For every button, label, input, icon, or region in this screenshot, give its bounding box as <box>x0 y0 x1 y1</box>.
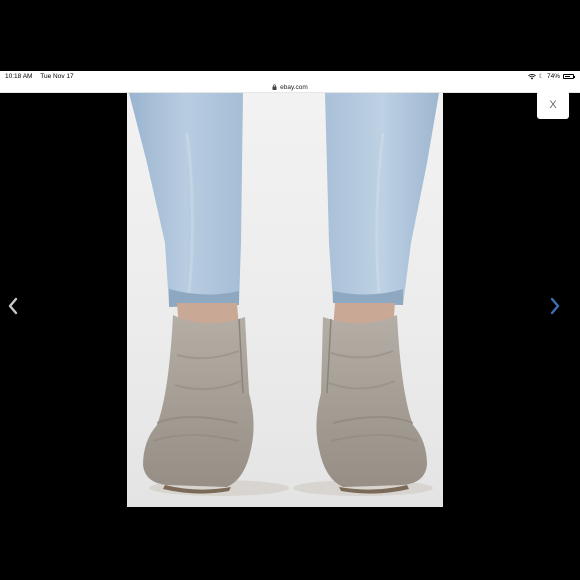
do-not-disturb-icon: ☾ <box>538 73 544 80</box>
address-text: ebay.com <box>280 83 308 91</box>
status-time: 10:18 AM <box>5 73 33 80</box>
status-bar: 10:18 AM Tue Nov 17 ☾ 74% <box>0 71 580 82</box>
battery-fill <box>565 76 571 77</box>
next-image-button[interactable] <box>548 296 562 316</box>
product-photo[interactable] <box>127 93 443 507</box>
battery-percent: 74% <box>546 73 560 80</box>
status-indicators: ☾ 74% <box>527 73 575 80</box>
wifi-icon <box>527 73 536 79</box>
address-bar[interactable]: ebay.com <box>0 82 580 93</box>
battery-icon <box>563 74 575 79</box>
lock-icon <box>272 84 277 90</box>
chevron-left-icon <box>8 297 18 315</box>
ankle-boots-image <box>129 93 439 496</box>
previous-image-button[interactable] <box>6 296 20 316</box>
image-viewer <box>0 93 580 508</box>
close-button[interactable]: X <box>537 91 569 119</box>
status-time-date: 10:18 AM Tue Nov 17 <box>5 73 74 80</box>
status-date: Tue Nov 17 <box>40 73 74 80</box>
chevron-right-icon <box>550 297 560 315</box>
